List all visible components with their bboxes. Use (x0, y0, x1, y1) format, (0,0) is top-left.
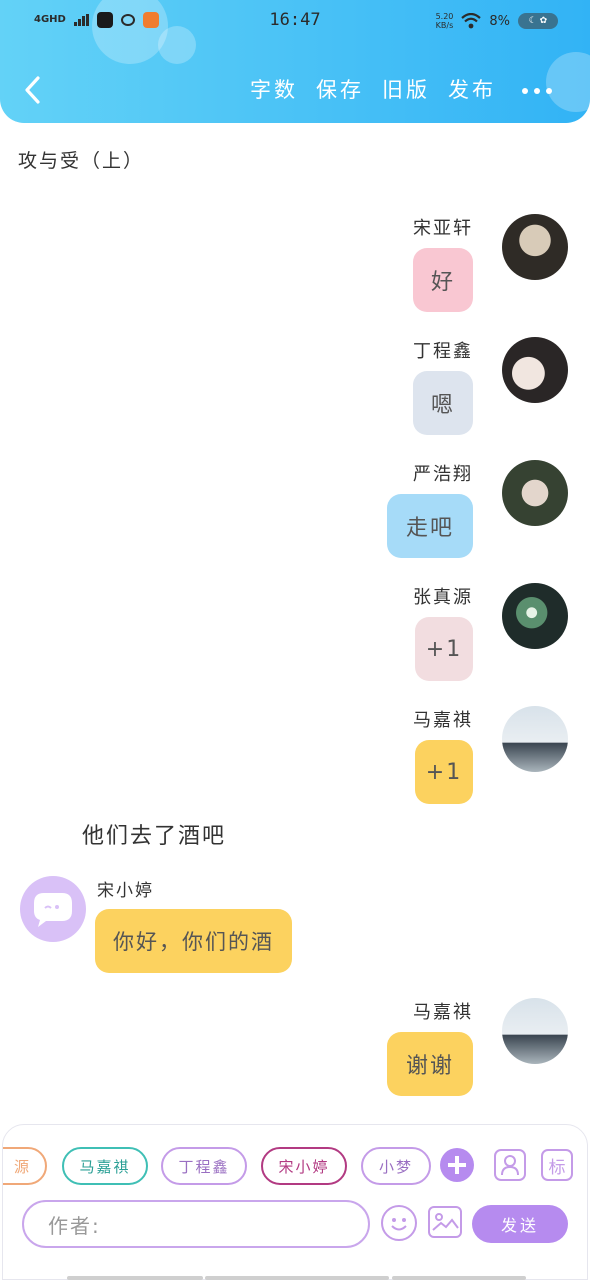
chat-message[interactable]: 宋亚轩 好 (268, 214, 568, 314)
character-chips: 源 马嘉祺 丁程鑫 宋小婷 小梦 (3, 1147, 473, 1187)
sender-name: 马嘉祺 (413, 1002, 473, 1023)
send-button[interactable]: 发送 (472, 1205, 568, 1243)
chat-message[interactable]: 丁程鑫 嗯 (268, 337, 568, 437)
back-icon[interactable] (20, 74, 48, 106)
chat-message[interactable]: 马嘉祺 谢谢 (268, 998, 568, 1098)
avatar[interactable] (20, 876, 86, 942)
word-count-button[interactable]: 字数 (250, 74, 298, 104)
composer-panel: 源 马嘉祺 丁程鑫 宋小婷 小梦 标 作者: 发送 (2, 1124, 588, 1280)
chat-bubble-icon (34, 893, 72, 927)
chat-message[interactable]: 严浩翔 走吧 (268, 460, 568, 560)
sender-name: 宋小婷 (97, 881, 154, 901)
battery-icon: ☾ ✿ (518, 13, 558, 29)
avatar[interactable] (502, 460, 568, 526)
message-bubble[interactable]: 好 (413, 248, 473, 312)
top-bar: 4GHD 16:47 5.20 KB/s 8% ☾ ✿ 字数 保存 旧版 发布 (0, 0, 590, 123)
speed-value: 5.20 (435, 12, 454, 21)
home-indicator (67, 1276, 203, 1280)
home-indicator (392, 1276, 526, 1280)
avatar[interactable] (502, 998, 568, 1064)
sender-name: 丁程鑫 (413, 341, 473, 362)
battery-percent: 8% (489, 13, 510, 29)
add-character-button[interactable] (440, 1148, 474, 1182)
message-bubble[interactable]: +1 (415, 740, 473, 804)
character-settings-button[interactable] (494, 1149, 526, 1181)
message-bubble[interactable]: 走吧 (387, 494, 473, 558)
tag-label: 标 (548, 1157, 566, 1178)
chat-message[interactable]: 宋小婷 你好，你们的酒 (20, 876, 340, 976)
publish-button[interactable]: 发布 (448, 74, 496, 104)
save-button[interactable]: 保存 (316, 74, 364, 104)
author-placeholder: 作者: (48, 1213, 101, 1238)
author-input[interactable]: 作者: (22, 1200, 370, 1248)
character-chip[interactable]: 丁程鑫 (161, 1147, 247, 1185)
speed-unit: KB/s (435, 21, 454, 30)
character-chip[interactable]: 源 (3, 1147, 47, 1185)
network-speed: 5.20 KB/s (436, 12, 454, 30)
avatar[interactable] (502, 583, 568, 649)
sender-name: 宋亚轩 (413, 218, 473, 239)
document-title[interactable]: 攻与受（上） (18, 146, 144, 173)
image-button[interactable] (428, 1206, 462, 1238)
message-bubble[interactable]: 谢谢 (387, 1032, 473, 1096)
status-bar: 4GHD 16:47 5.20 KB/s 8% ☾ ✿ (0, 8, 590, 36)
tag-button[interactable]: 标 (541, 1149, 573, 1181)
avatar[interactable] (502, 337, 568, 403)
sender-name: 张真源 (413, 587, 473, 608)
emoji-button[interactable] (381, 1205, 417, 1241)
more-icon[interactable] (522, 88, 552, 94)
old-version-button[interactable]: 旧版 (382, 74, 430, 104)
avatar[interactable] (502, 214, 568, 280)
avatar[interactable] (502, 706, 568, 772)
person-icon (501, 1155, 519, 1176)
message-bubble[interactable]: 你好，你们的酒 (95, 909, 292, 973)
narration-text[interactable]: 他们去了酒吧 (82, 818, 226, 850)
character-chip[interactable]: 马嘉祺 (62, 1147, 148, 1185)
image-icon (432, 1213, 459, 1231)
sender-name: 严浩翔 (413, 464, 473, 485)
chat-message[interactable]: 马嘉祺 +1 (268, 706, 568, 806)
wifi-icon (461, 13, 482, 29)
character-chip[interactable]: 宋小婷 (261, 1147, 347, 1185)
chat-message[interactable]: 张真源 +1 (268, 583, 568, 683)
home-indicator (205, 1276, 389, 1280)
smiley-icon (391, 1218, 407, 1231)
character-chip[interactable]: 小梦 (361, 1147, 431, 1185)
message-bubble[interactable]: +1 (415, 617, 473, 681)
sender-name: 马嘉祺 (413, 710, 473, 731)
message-bubble[interactable]: 嗯 (413, 371, 473, 435)
